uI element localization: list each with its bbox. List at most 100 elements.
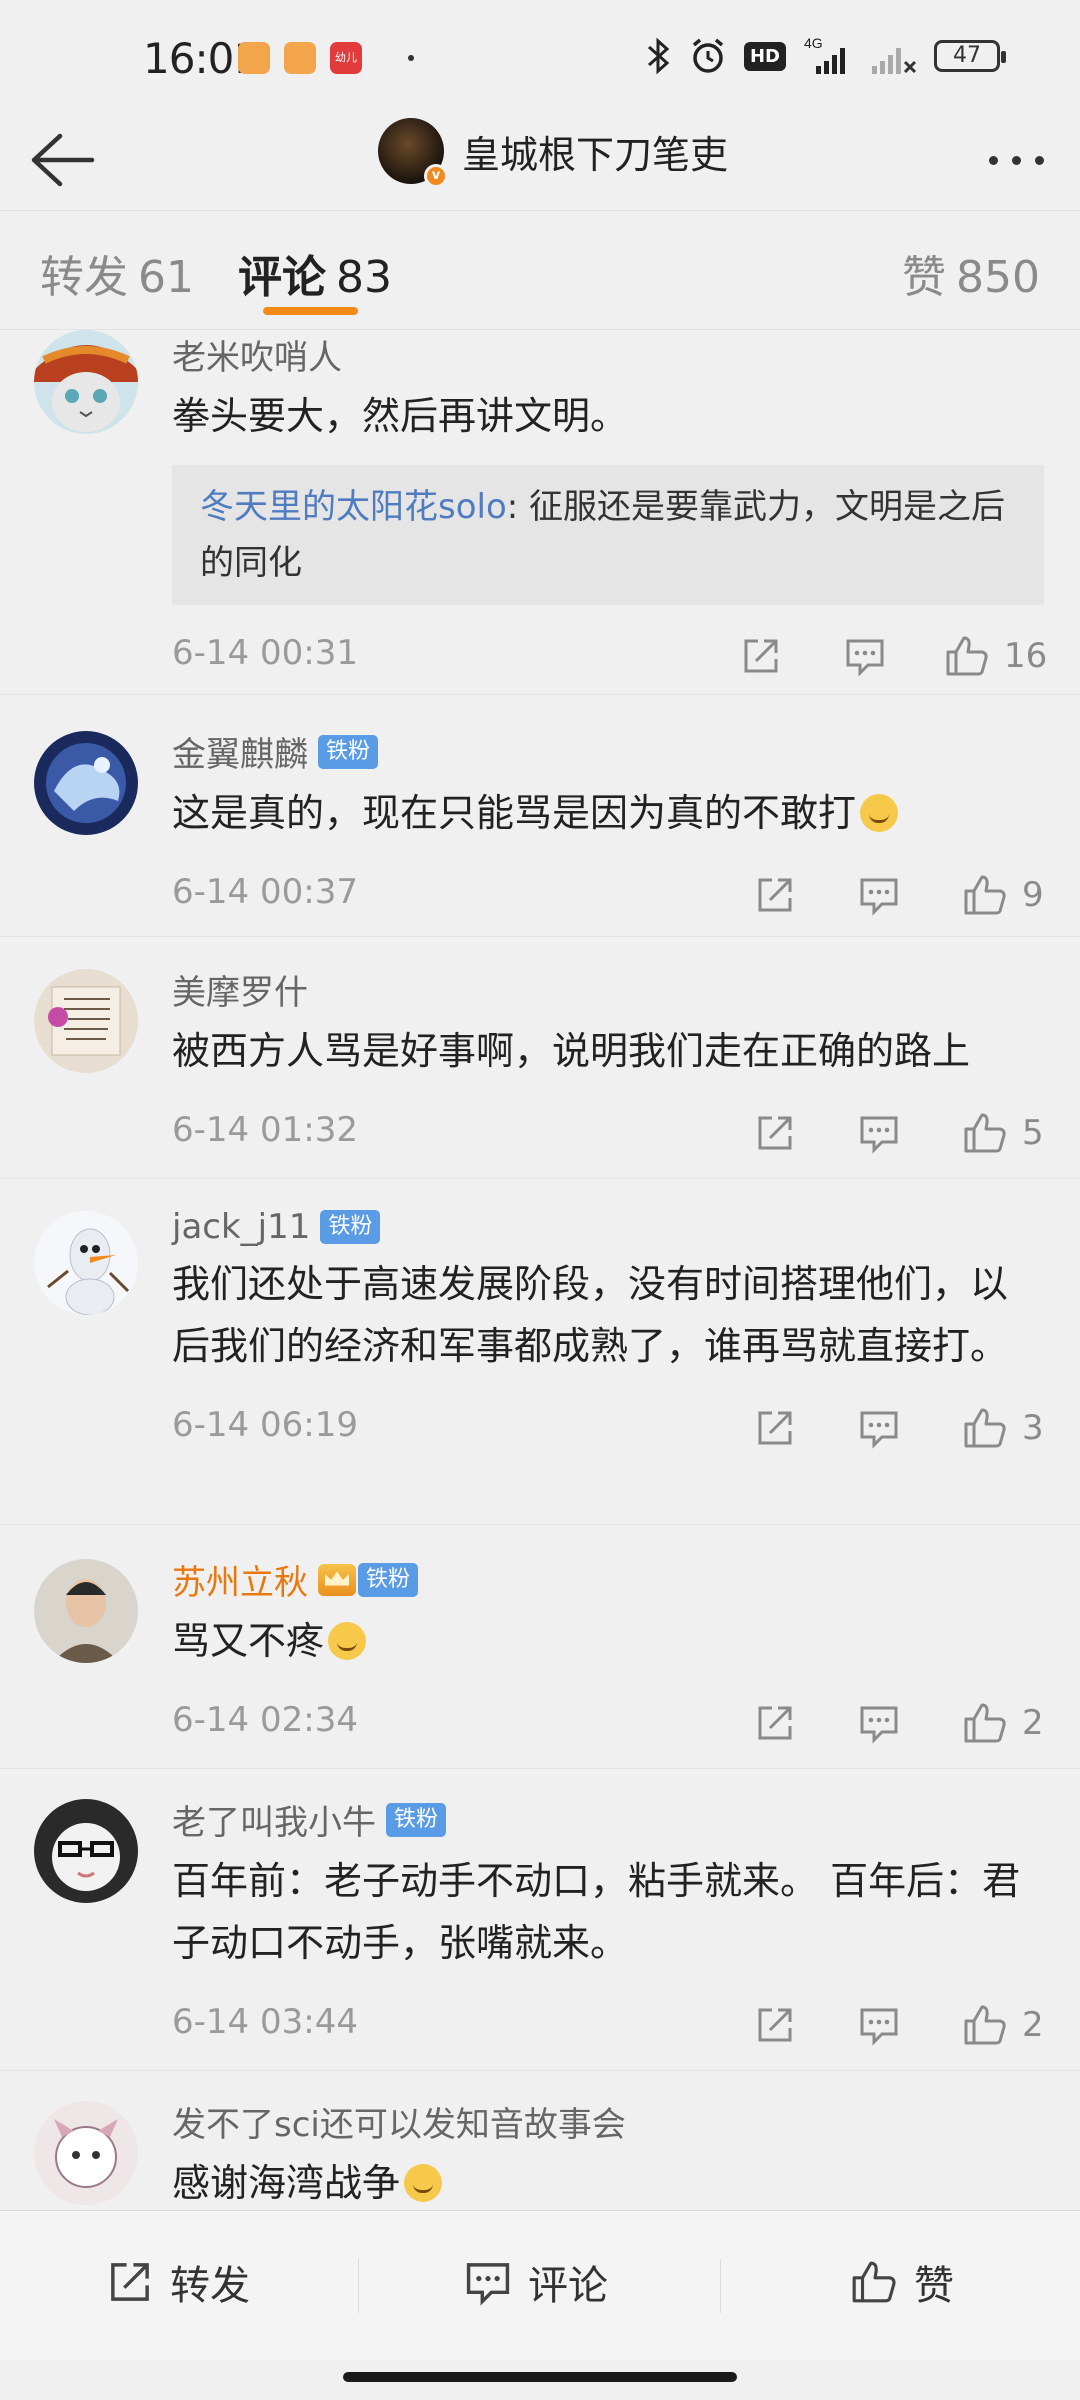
share-button[interactable]: [754, 870, 796, 920]
comment-item: 苏州立秋 铁粉 骂又不疼 6-14 02:34 2: [0, 1525, 1080, 1769]
share-button[interactable]: [754, 2000, 796, 2050]
more-dot-icon: [1034, 155, 1044, 165]
more-dot-icon: [988, 155, 998, 165]
app-notification-icon: 幼儿: [330, 42, 362, 74]
comment-icon: [860, 1706, 898, 1744]
comment-time: 6-14 01:32: [172, 1110, 358, 1150]
user-avatar[interactable]: [34, 1559, 138, 1663]
comment-item: 金翼麒麟 铁粉 这是真的，现在只能骂是因为真的不敢打 6-14 00:37 9: [0, 695, 1080, 937]
fan-badge: 铁粉: [386, 1802, 447, 1837]
comment-footer: 6-14 00:37 9: [172, 852, 1044, 942]
fan-badge: 铁粉: [320, 1210, 381, 1244]
thumbs-up-icon: [946, 636, 988, 676]
comment-text: 拳头要大，然后再讲文明。: [172, 394, 629, 438]
author-name[interactable]: 皇城根下刀笔吏: [462, 124, 728, 179]
tab-bar: 转发 61 评论 83 赞 850: [0, 210, 1080, 330]
bluetooth-icon: [646, 36, 672, 76]
comment-time: 6-14 02:34: [172, 1700, 358, 1740]
battery-icon: 47: [934, 40, 1006, 72]
like-count: 3: [1022, 1408, 1044, 1448]
comment-list[interactable]: 老米吹哨人 拳头要大，然后再讲文明。 冬天里的太阳花solo: 征服还是要靠武力…: [0, 330, 1080, 2210]
share-icon: [758, 1706, 792, 1740]
repost-button[interactable]: 转发: [106, 2253, 250, 2311]
comment-footer: 6-14 02:34 2: [172, 1680, 1044, 1770]
like-count: 2: [1022, 2005, 1044, 2045]
comment-text: 这是真的，现在只能骂是因为真的不敢打: [172, 782, 1044, 844]
fan-badge: 铁粉: [318, 734, 379, 769]
more-notifications-dot: [408, 55, 414, 61]
user-avatar[interactable]: [34, 2101, 138, 2205]
share-button[interactable]: [754, 1698, 796, 1748]
like-button[interactable]: 5: [962, 1108, 1044, 1158]
doge-emoji-icon: [328, 1622, 367, 1660]
app-notification-icon: [238, 42, 270, 74]
comment-footer: 6-14 03:44 2: [172, 1982, 1044, 2072]
comment-username[interactable]: jack_j11 铁粉: [172, 1207, 1044, 1247]
comment-text: 被西方人骂是好事啊，说明我们走在正确的路上: [172, 1029, 971, 1073]
tab-likes[interactable]: 赞 850: [902, 241, 1040, 305]
share-icon: [758, 2008, 792, 2042]
share-button[interactable]: [740, 631, 782, 681]
comment-username[interactable]: 美摩罗什: [172, 965, 1044, 1014]
like-post-button[interactable]: 赞: [850, 2253, 954, 2311]
comment-button[interactable]: 评论: [464, 2253, 608, 2311]
comment-username[interactable]: 老了叫我小牛 铁粉: [172, 1795, 1044, 1844]
comment-item: 老了叫我小牛 铁粉 百年前：老子动手不动口，粘手就来。 百年后：君子动口不动手，张…: [0, 1769, 1080, 2071]
quoted-username[interactable]: 冬天里的太阳花solo: [200, 487, 507, 527]
user-avatar[interactable]: [34, 330, 138, 434]
doge-emoji-icon: [404, 2164, 443, 2202]
user-avatar[interactable]: [34, 969, 138, 1073]
share-icon: [111, 2263, 149, 2301]
comment-text: 感谢海湾战争: [172, 2152, 1044, 2210]
comment-username[interactable]: 老米吹哨人: [172, 330, 1044, 379]
home-indicator[interactable]: [343, 2372, 737, 2382]
comment-username[interactable]: 发不了sci还可以发知音故事会: [172, 2097, 1044, 2146]
share-icon: [758, 878, 792, 912]
like-button[interactable]: 3: [962, 1403, 1044, 1453]
bottom-action-bar: 转发 评论 赞: [0, 2210, 1080, 2360]
back-button[interactable]: [26, 128, 96, 192]
share-icon: [744, 639, 778, 673]
like-button[interactable]: 2: [962, 2000, 1044, 2050]
tab-comments[interactable]: 评论 83: [238, 241, 392, 305]
comment-text: 我们还处于高速发展阶段，没有时间搭理他们，以后我们的经济和军事都成熟了，谁再骂就…: [172, 1262, 1009, 1368]
comment-footer: 6-14 06:19 3: [172, 1385, 1044, 1475]
author-info[interactable]: v 皇城根下刀笔吏: [378, 118, 728, 188]
user-avatar[interactable]: [34, 731, 138, 835]
reply-button[interactable]: [844, 631, 886, 681]
reply-button[interactable]: [858, 2000, 900, 2050]
like-button[interactable]: 2: [962, 1698, 1044, 1748]
reply-button[interactable]: [858, 870, 900, 920]
user-avatar[interactable]: [34, 1211, 138, 1315]
share-button[interactable]: [754, 1108, 796, 1158]
reply-button[interactable]: [858, 1698, 900, 1748]
thumbs-up-icon: [964, 1408, 1006, 1448]
signal-no-service-icon: [868, 36, 918, 76]
more-options-button[interactable]: [976, 130, 1056, 190]
comment-username[interactable]: 苏州立秋 铁粉: [172, 1555, 1044, 1604]
comment-username[interactable]: 金翼麒麟 铁粉: [172, 727, 1044, 776]
reply-button[interactable]: [858, 1108, 900, 1158]
like-button[interactable]: 9: [962, 870, 1044, 920]
user-avatar[interactable]: [34, 1799, 138, 1903]
share-button[interactable]: [754, 1403, 796, 1453]
comment-item: 美摩罗什 被西方人骂是好事啊，说明我们走在正确的路上 6-14 01:32 5: [0, 937, 1080, 1179]
tab-reposts[interactable]: 转发 61: [40, 241, 194, 305]
thumbs-up-icon: [964, 875, 1006, 915]
thumbs-up-icon: [964, 2005, 1006, 2045]
quoted-reply[interactable]: 冬天里的太阳花solo: 征服还是要靠武力，文明是之后的同化: [172, 465, 1044, 605]
comment-footer: 6-14 00:31 16: [172, 613, 1047, 703]
comment-icon: [860, 2008, 898, 2046]
comment-icon: [860, 1116, 898, 1154]
comment-time: 6-14 06:19: [172, 1405, 358, 1445]
comment-icon: [466, 2263, 510, 2306]
thumbs-up-icon: [964, 1113, 1006, 1153]
like-button[interactable]: 16: [944, 631, 1047, 681]
thumbs-up-icon: [964, 1703, 1006, 1743]
reply-button[interactable]: [858, 1403, 900, 1453]
share-icon: [758, 1116, 792, 1150]
comment-text: 骂又不疼: [172, 1610, 1044, 1672]
author-avatar[interactable]: v: [378, 118, 448, 188]
comment-icon: [846, 639, 884, 677]
weibo-comments-page: 16:01 幼儿 HD 4G 47 v 皇城根下刀笔吏 转发 61 评论 83 …: [0, 0, 1080, 2400]
